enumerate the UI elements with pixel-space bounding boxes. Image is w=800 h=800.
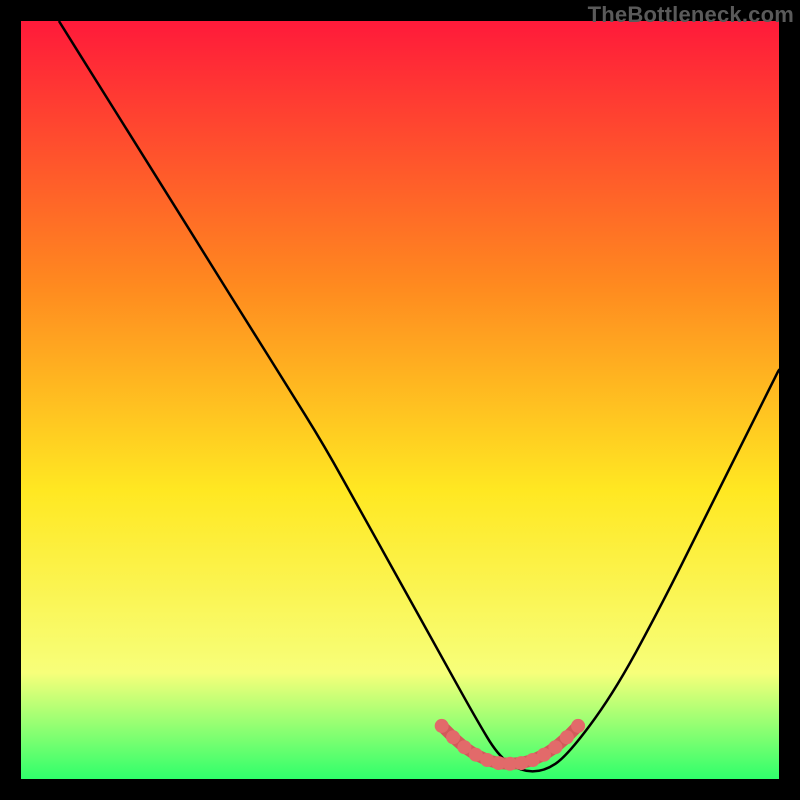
marker-dot <box>548 740 562 754</box>
marker-dot <box>446 730 460 744</box>
marker-dot <box>457 740 471 754</box>
chart-svg <box>21 21 779 779</box>
marker-dot <box>537 748 551 762</box>
chart-frame: TheBottleneck.com <box>0 0 800 800</box>
plot-area <box>21 21 779 779</box>
marker-dot <box>435 719 449 733</box>
watermark-text: TheBottleneck.com <box>588 2 794 28</box>
marker-dot <box>571 719 585 733</box>
marker-dot <box>560 730 574 744</box>
gradient-background <box>21 21 779 779</box>
